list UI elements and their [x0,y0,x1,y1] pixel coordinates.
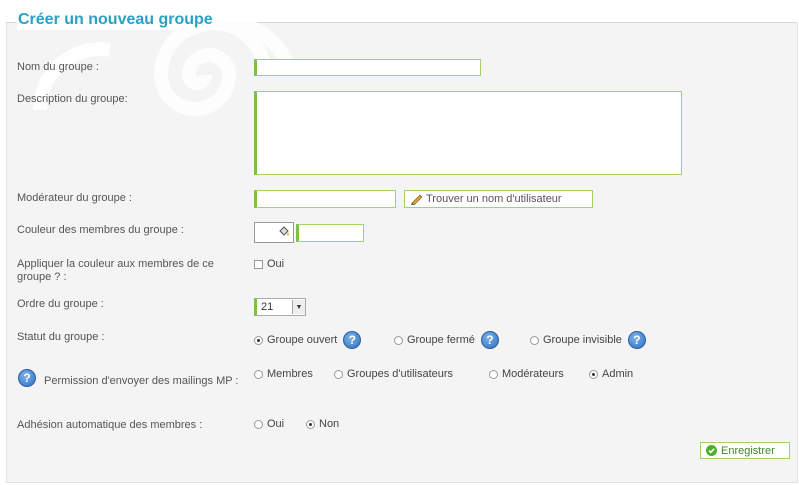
mailing-option-usergroups-label: Groupes d'utilisateurs [347,368,454,380]
mailing-radio-admin[interactable] [589,369,598,379]
question-mark-icon[interactable]: ? [480,331,499,349]
mailing-option-moderators[interactable]: Modérateurs [489,368,564,380]
auto-join-option-yes[interactable]: Oui [254,418,284,430]
auto-join-option-no-label: Non [319,418,340,430]
check-circle-icon [706,445,717,456]
mailing-radio-members[interactable] [254,369,263,379]
group-order-select[interactable]: 21 ▼ [254,298,306,316]
apply-color-label: Appliquer la couleur aux membres de ce g… [17,258,214,283]
mailing-radio-moderators[interactable] [489,369,498,379]
group-moderator-label: Modérateur du groupe : [17,192,132,204]
mailing-option-admin[interactable]: Admin [589,368,633,380]
auto-join-option-yes-label: Oui [267,418,285,430]
mailing-option-members[interactable]: Membres [254,368,313,380]
group-description-label: Description du groupe: [17,93,128,105]
auto-join-label: Adhésion automatique des membres : [17,419,203,431]
question-mark-icon[interactable]: ? [627,331,646,349]
group-order-value: 21 [261,301,274,313]
status-radio-open[interactable] [254,335,263,345]
apply-color-checkbox[interactable] [254,259,263,269]
chevron-down-icon[interactable]: ▼ [292,300,305,314]
mailing-option-moderators-label: Modérateurs [502,368,564,380]
group-color-input[interactable] [296,224,364,242]
group-order-label: Ordre du groupe : [17,298,104,310]
question-mark-icon[interactable]: ? [343,331,362,349]
status-option-invisible-label: Groupe invisible [543,334,622,346]
page-title: Créer un nouveau groupe [17,10,216,30]
group-name-input[interactable] [254,59,481,76]
apply-color-option-label: Oui [267,258,285,270]
group-name-label: Nom du groupe : [17,61,99,73]
status-option-open-label: Groupe ouvert [267,334,338,346]
group-description-input[interactable] [254,91,682,175]
pencil-icon [411,194,423,205]
mailing-option-usergroups[interactable]: Groupes d'utilisateurs [334,368,453,380]
status-option-open[interactable]: Groupe ouvert ? [254,331,362,349]
group-moderator-input[interactable] [254,190,396,208]
mailing-option-admin-label: Admin [602,368,634,380]
find-user-button-label: Trouver un nom d'utilisateur [426,193,562,205]
mailing-permission-label: Permission d'envoyer des mailings MP : [44,375,239,387]
status-option-invisible[interactable]: Groupe invisible ? [530,331,646,349]
auto-join-option-no[interactable]: Non [306,418,339,430]
paint-bucket-icon [279,226,289,236]
save-button-label: Enregistrer [721,444,775,457]
status-option-closed[interactable]: Groupe fermé ? [394,331,499,349]
auto-join-radio-yes[interactable] [254,419,263,429]
find-user-button[interactable]: Trouver un nom d'utilisateur [404,190,593,208]
apply-color-option[interactable]: Oui [254,258,284,270]
status-radio-invisible[interactable] [530,335,539,345]
color-picker[interactable] [254,222,294,243]
group-status-label: Statut du groupe : [17,331,105,343]
status-radio-closed[interactable] [394,335,403,345]
mailing-radio-usergroups[interactable] [334,369,343,379]
group-color-label: Couleur des membres du groupe : [17,224,184,236]
status-option-closed-label: Groupe fermé [407,334,475,346]
auto-join-radio-no[interactable] [306,419,315,429]
save-button[interactable]: Enregistrer [700,442,790,459]
mailing-option-members-label: Membres [267,368,313,380]
